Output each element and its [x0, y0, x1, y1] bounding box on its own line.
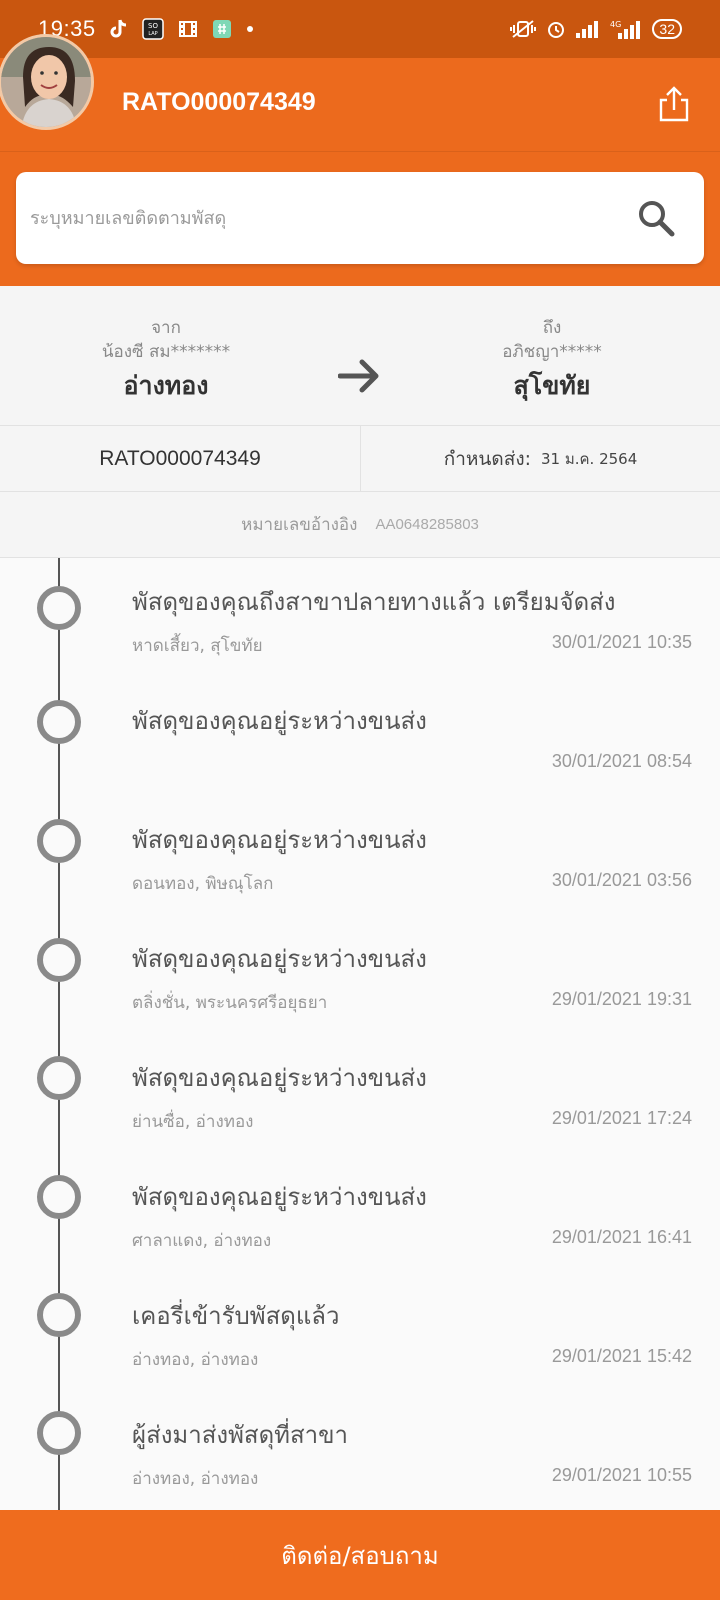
event-time: 30/01/2021 10:35: [551, 632, 692, 652]
film-icon: [178, 19, 198, 39]
event-time: 30/01/2021 08:54: [551, 751, 692, 771]
from-label: จาก: [151, 318, 181, 338]
origin-city: อ่างทอง: [123, 371, 209, 400]
event-time: 29/01/2021 16:41: [551, 1227, 692, 1247]
reference-number: AA0648285803: [375, 516, 479, 533]
svg-text:4G: 4G: [610, 20, 621, 29]
event-location: อ่างทอง, อ่างทอง: [132, 1350, 259, 1370]
timeline-event: พัสดุของคุณอยู่ระหว่างขนส่ง ดอนทอง, พิษณ…: [0, 796, 720, 915]
timeline-dot-icon: [37, 1293, 81, 1337]
timeline-dot-icon: [37, 819, 81, 863]
svg-text:LAP: LAP: [148, 31, 157, 37]
event-status: เคอรี่เข้ารับพัสดุแล้ว: [132, 1302, 340, 1330]
event-time: 29/01/2021 15:42: [551, 1346, 692, 1366]
tracking-timeline[interactable]: พัสดุของคุณถึงสาขาปลายทางแล้ว เตรียมจัดส…: [0, 558, 720, 1510]
event-location: ย่านซื่อ, อ่างทอง: [132, 1112, 254, 1132]
svg-text:SO: SO: [148, 22, 158, 30]
search-icon[interactable]: [634, 196, 678, 240]
signal-icon: [576, 20, 600, 38]
timeline-event: พัสดุของคุณถึงสาขาปลายทางแล้ว เตรียมจัดส…: [0, 558, 720, 677]
app-icon: [212, 19, 232, 39]
timeline-dot-icon: [37, 1056, 81, 1100]
solitaire-icon: SO LAP: [141, 18, 164, 40]
event-status: ผู้ส่งมาส่งพัสดุที่สาขา: [132, 1421, 348, 1449]
timeline-event: เคอรี่เข้ารับพัสดุแล้ว อ่างทอง, อ่างทอง …: [0, 1272, 720, 1391]
sender-info: จาก น้องซี สม******* อ่างทอง: [46, 316, 286, 408]
search-bar[interactable]: [16, 172, 704, 264]
event-location: อ่างทอง, อ่างทอง: [132, 1469, 259, 1489]
vibrate-icon: [510, 19, 537, 39]
signal-4g-icon: 4G: [610, 19, 642, 39]
share-icon: [659, 86, 689, 122]
timeline-dot-icon: [37, 700, 81, 744]
destination-city: สุโขทัย: [513, 371, 591, 400]
timeline-dot-icon: [37, 1175, 81, 1219]
route-summary: จาก น้องซี สม******* อ่างทอง ถึง อภิชญา*…: [0, 286, 720, 426]
timeline-event: พัสดุของคุณอยู่ระหว่างขนส่ง ย่านซื่อ, อ่…: [0, 1034, 720, 1153]
header-divider: [0, 151, 720, 152]
alarm-icon: [546, 19, 566, 39]
recipient-info: ถึง อภิชญา***** สุโขทัย: [432, 316, 672, 408]
event-status: พัสดุของคุณอยู่ระหว่างขนส่ง: [132, 707, 427, 735]
event-time: 30/01/2021 03:56: [551, 870, 692, 890]
timeline-dot-icon: [37, 1411, 81, 1455]
event-location: ศาลาแดง, อ่างทอง: [132, 1231, 272, 1251]
page-title: RATO000074349: [122, 88, 316, 116]
arrow-right-icon: [337, 358, 382, 398]
due-date-label: กำหนดส่ง:: [443, 447, 532, 470]
event-status: พัสดุของคุณอยู่ระหว่างขนส่ง: [132, 1064, 427, 1092]
shipment-info-row: RATO000074349 กำหนดส่ง: 31 ม.ค. 2564: [0, 426, 720, 492]
share-button[interactable]: [654, 84, 694, 124]
tiktok-icon: [110, 19, 128, 39]
timeline-event: พัสดุของคุณอยู่ระหว่างขนส่ง 30/01/2021 0…: [0, 677, 720, 796]
event-status: พัสดุของคุณอยู่ระหว่างขนส่ง: [132, 1183, 427, 1211]
due-date: กำหนดส่ง: 31 ม.ค. 2564: [361, 426, 720, 491]
reference-label: หมายเลขอ้างอิง: [241, 515, 358, 535]
battery-icon: 32: [652, 19, 682, 39]
reference-row: หมายเลขอ้างอิง AA0648285803: [0, 492, 720, 558]
event-time: 29/01/2021 10:55: [551, 1465, 692, 1485]
recipient-name: อภิชญา*****: [502, 342, 602, 362]
event-status: พัสดุของคุณอยู่ระหว่างขนส่ง: [132, 826, 427, 854]
timeline-event: ผู้ส่งมาส่งพัสดุที่สาขา อ่างทอง, อ่างทอง…: [0, 1391, 720, 1510]
timeline-dot-icon: [37, 938, 81, 982]
event-status: พัสดุของคุณถึงสาขาปลายทางแล้ว เตรียมจัดส…: [132, 588, 616, 616]
event-location: ดอนทอง, พิษณุโลก: [132, 874, 274, 894]
search-input[interactable]: [30, 207, 634, 229]
due-date-value: 31 ม.ค. 2564: [541, 449, 638, 468]
app-header: RATO000074349: [0, 58, 720, 286]
status-bar: 19:35 SO LAP 4G 32: [0, 0, 720, 58]
event-time: 29/01/2021 19:31: [551, 989, 692, 1009]
event-time: 29/01/2021 17:24: [551, 1108, 692, 1128]
timeline-event: พัสดุของคุณอยู่ระหว่างขนส่ง ตลิ่งชั่น, พ…: [0, 915, 720, 1034]
avatar[interactable]: [0, 34, 94, 130]
timeline-event: พัสดุของคุณอยู่ระหว่างขนส่ง ศาลาแดง, อ่า…: [0, 1153, 720, 1272]
sender-name: น้องซี สม*******: [101, 342, 231, 362]
to-label: ถึง: [542, 318, 562, 338]
timeline-dot-icon: [37, 586, 81, 630]
event-location: หาดเสี้ยว, สุโขทัย: [132, 636, 263, 656]
event-location: ตลิ่งชั่น, พระนครศรีอยุธยา: [132, 993, 328, 1013]
contact-button[interactable]: ติดต่อ/สอบถาม: [0, 1510, 720, 1600]
tracking-number: RATO000074349: [0, 426, 361, 491]
event-status: พัสดุของคุณอยู่ระหว่างขนส่ง: [132, 945, 427, 973]
dot-icon: [246, 25, 254, 33]
